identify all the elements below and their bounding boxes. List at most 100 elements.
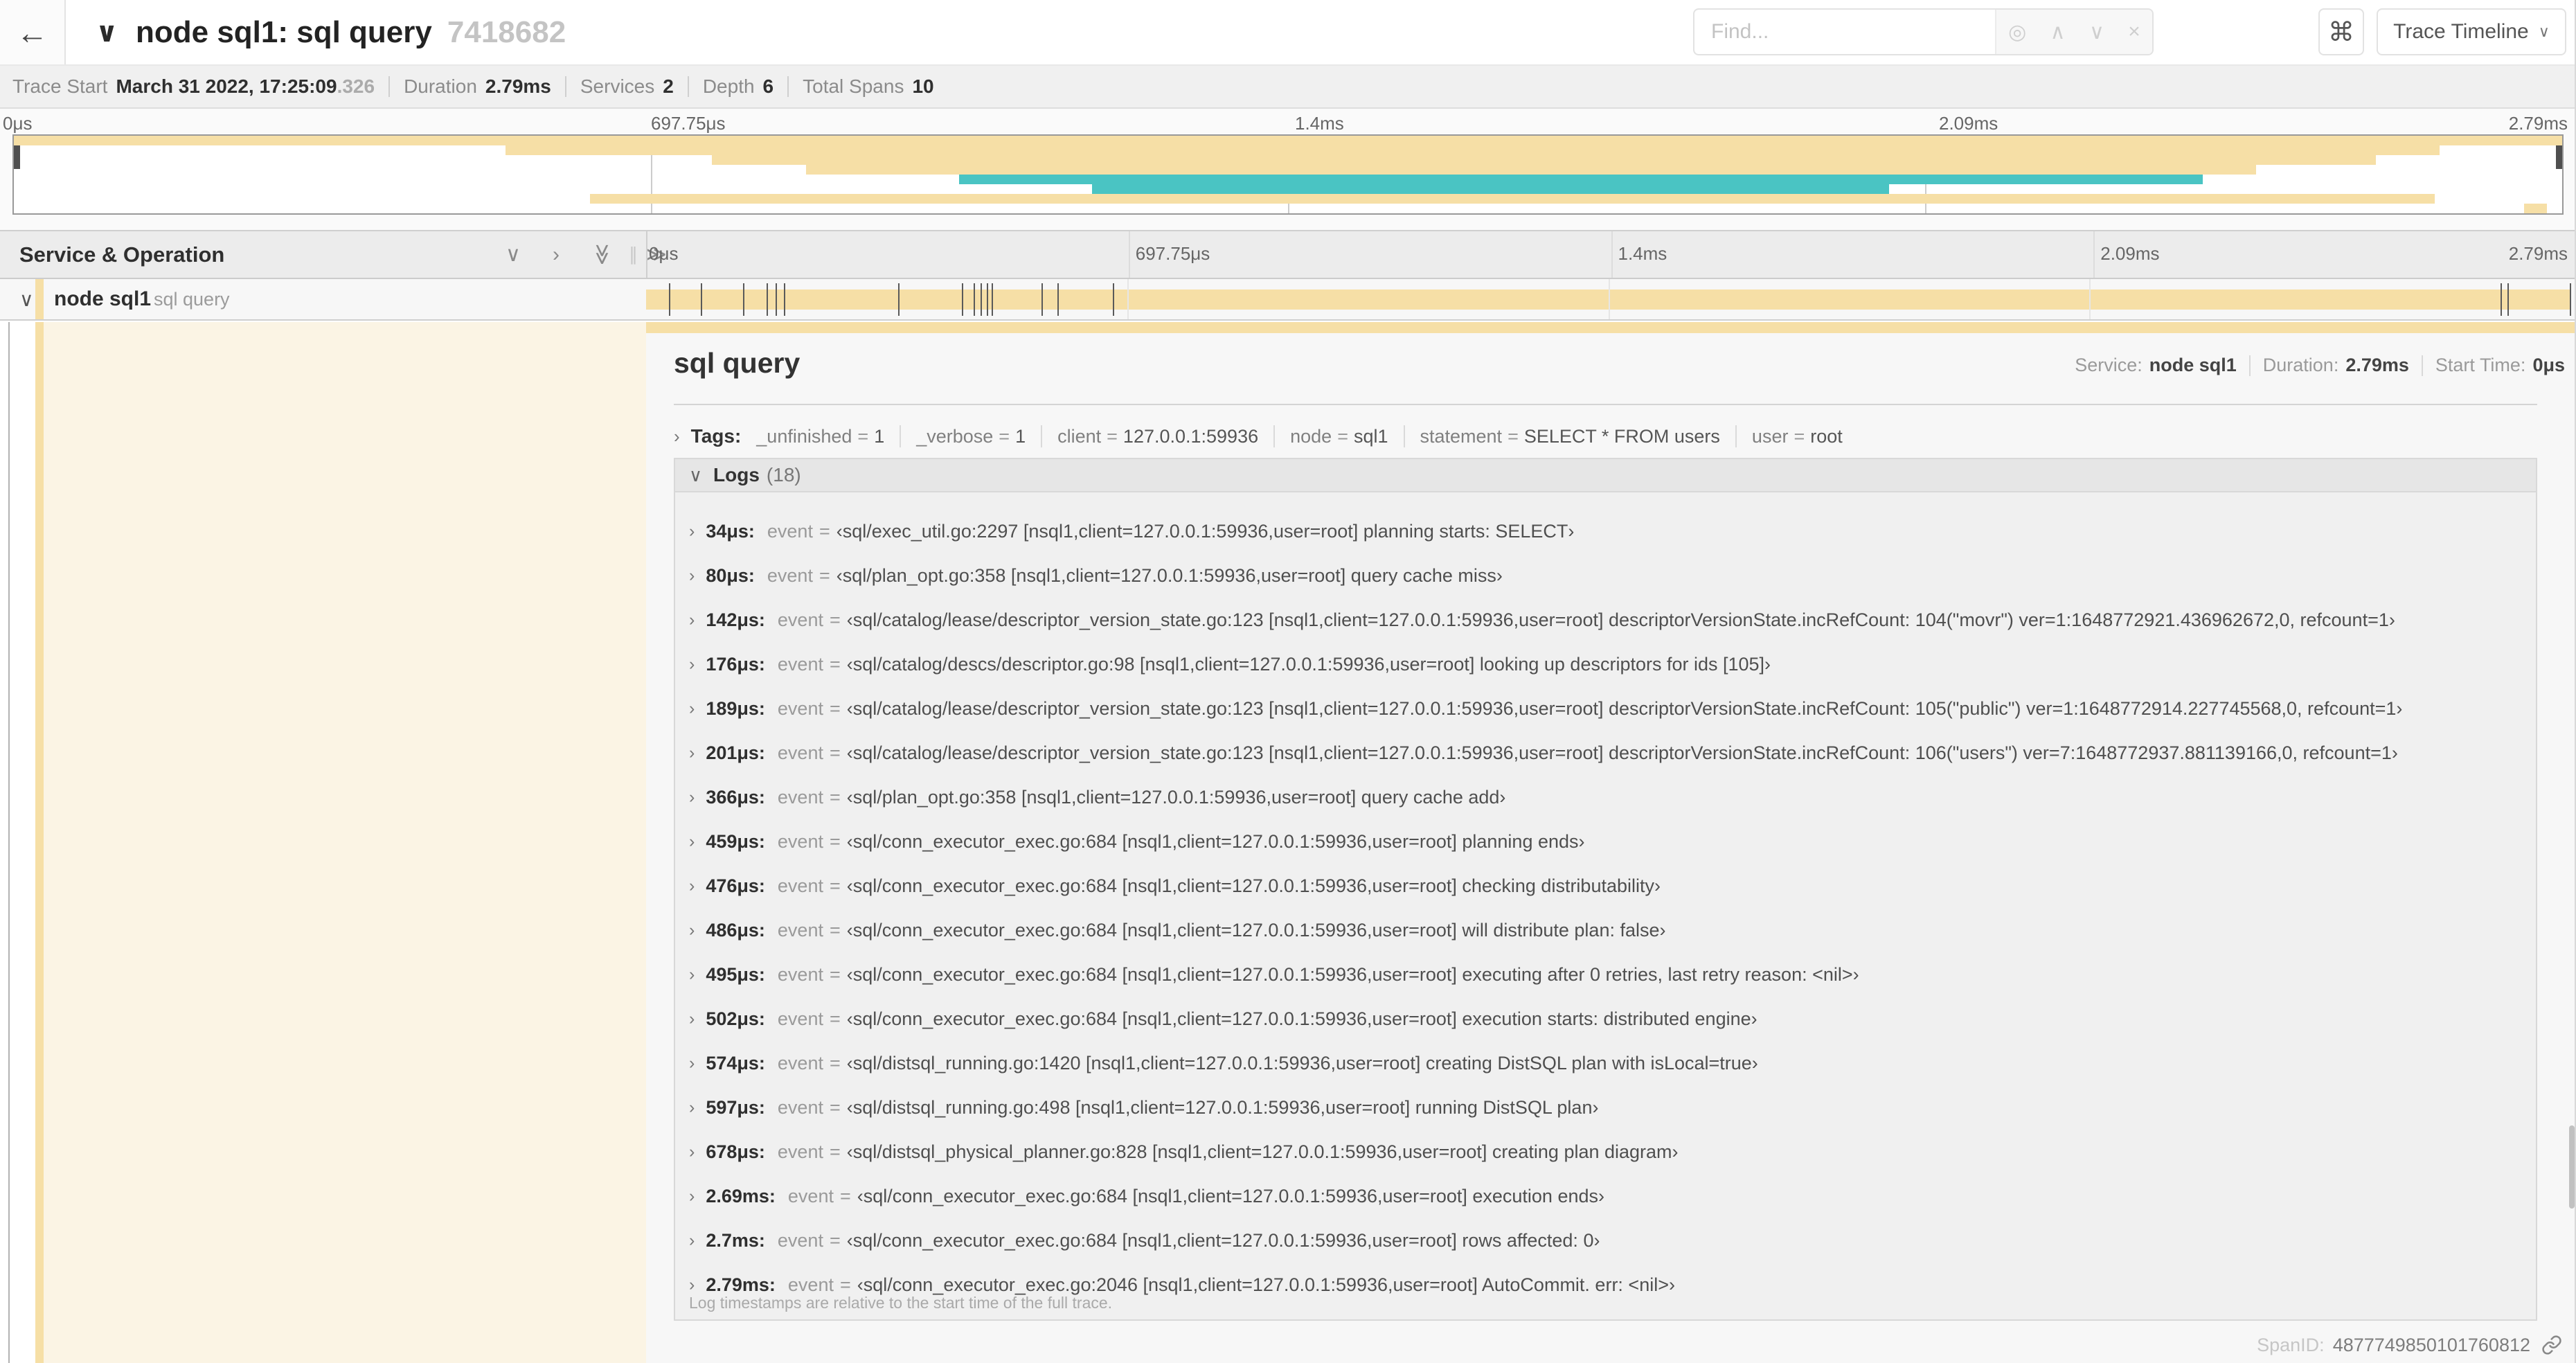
- trace-view-label: Trace Timeline: [2393, 20, 2529, 43]
- logs-count: (18): [766, 464, 801, 485]
- log-expand-icon[interactable]: ›: [689, 1053, 695, 1074]
- tag-equals: =: [1107, 425, 1118, 447]
- log-expand-icon[interactable]: ›: [689, 1231, 695, 1251]
- log-row[interactable]: › 574μs: event = ‹sql/distsql_running.go:142…: [675, 1041, 2536, 1085]
- trace-stats: Trace Start March 31 2022, 17:25:09.326 Du…: [0, 66, 2576, 109]
- span-collapse-chevron-icon[interactable]: ∨: [19, 279, 34, 319]
- log-field-name: event: [767, 564, 813, 586]
- stat-label: Depth: [702, 75, 755, 97]
- minimap-canvas[interactable]: [12, 134, 2564, 215]
- tag-value: root: [1810, 425, 1843, 447]
- log-row[interactable]: › 80μs: event = ‹sql/plan_opt.go:358 [nsql1,…: [675, 553, 2536, 598]
- column-resizer-grip[interactable]: ∥: [629, 231, 638, 278]
- log-marker-tick: [2570, 283, 2571, 316]
- span-row[interactable]: ∨ node sql1 sql query: [0, 279, 2576, 321]
- log-expand-icon[interactable]: ›: [689, 1098, 695, 1118]
- log-expand-icon[interactable]: ›: [689, 1186, 695, 1206]
- stat-value: 2: [663, 75, 674, 97]
- log-row[interactable]: › 597μs: event = ‹sql/distsql_running.go:498…: [675, 1085, 2536, 1130]
- logs-footnote: Log timestamps are relative to the start…: [689, 1294, 1113, 1312]
- log-expand-icon[interactable]: ›: [689, 566, 695, 586]
- log-expand-icon[interactable]: ›: [689, 965, 695, 985]
- log-marker-tick: [974, 283, 976, 316]
- tag-value: 1: [1015, 425, 1026, 447]
- log-expand-icon[interactable]: ›: [689, 1275, 695, 1295]
- tag-item: statement = SELECT * FROM users: [1420, 426, 1720, 447]
- log-timestamp: 495μs:: [706, 963, 765, 985]
- collapse-one-icon[interactable]: ∨: [506, 242, 521, 267]
- tags-row[interactable]: › Tags: _unfinished = 1 _verbose = 1 client = 12…: [674, 420, 1843, 452]
- log-marker-tick: [1113, 283, 1115, 316]
- log-expand-icon[interactable]: ›: [689, 876, 695, 896]
- log-value: ‹sql/catalog/lease/descriptor_version_st…: [846, 697, 2403, 719]
- tag-value: SELECT * FROM users: [1523, 425, 1720, 447]
- tag-equals: =: [999, 425, 1010, 447]
- log-row[interactable]: › 189μs: event = ‹sql/catalog/lease/descript…: [675, 686, 2536, 731]
- log-row[interactable]: › 34μs: event = ‹sql/exec_util.go:2297 [nsql…: [675, 509, 2536, 553]
- log-value: ‹sql/conn_executor_exec.go:684 [nsql1,cl…: [846, 1229, 1600, 1251]
- tick-label: 1.4ms: [1618, 243, 1667, 264]
- log-field-name: event: [777, 609, 823, 630]
- log-timestamp: 486μs:: [706, 919, 765, 941]
- log-expand-icon[interactable]: ›: [689, 787, 695, 808]
- find-box: ◎ ∧ ∨ ×: [1693, 8, 2154, 55]
- back-arrow-icon: ←: [16, 14, 48, 51]
- tick-label: 0μs: [649, 243, 679, 264]
- log-expand-icon[interactable]: ›: [689, 699, 695, 719]
- collapse-all-icon[interactable]: ≫: [590, 244, 614, 265]
- log-value: ‹sql/plan_opt.go:358 [nsql1,client=127.0…: [836, 564, 1503, 586]
- log-expand-icon[interactable]: ›: [689, 522, 695, 542]
- tick-label: 2.09ms: [2100, 243, 2160, 264]
- find-input[interactable]: [1694, 10, 1995, 54]
- log-row[interactable]: › 476μs: event = ‹sql/conn_executor_exec.go:…: [675, 864, 2536, 908]
- log-row[interactable]: › 366μs: event = ‹sql/plan_opt.go:358 [nsql1…: [675, 775, 2536, 819]
- log-row[interactable]: › 176μs: event = ‹sql/catalog/descs/descript…: [675, 642, 2536, 686]
- tag-item: client = 127.0.0.1:59936: [1057, 426, 1258, 447]
- locate-icon[interactable]: ◎: [2008, 20, 2026, 44]
- trace-view-select[interactable]: Trace Timeline ∨: [2377, 8, 2566, 55]
- back-button[interactable]: ←: [0, 0, 66, 64]
- vertical-scrollbar-thumb[interactable]: [2569, 1125, 2575, 1209]
- clear-search-icon[interactable]: ×: [2128, 20, 2140, 44]
- log-row[interactable]: › 502μs: event = ‹sql/conn_executor_exec.go:…: [675, 997, 2536, 1041]
- tag-key: user: [1751, 425, 1789, 447]
- log-row[interactable]: › 2.69ms: event = ‹sql/conn_executor_exec.go…: [675, 1174, 2536, 1218]
- log-row[interactable]: › 142μs: event = ‹sql/catalog/lease/descript…: [675, 598, 2536, 642]
- log-row[interactable]: › 486μs: event = ‹sql/conn_executor_exec.go:…: [675, 908, 2536, 952]
- logs-header[interactable]: ∨ Logs (18): [675, 459, 2536, 492]
- trace-collapse-chevron-icon[interactable]: ∨: [96, 0, 118, 64]
- log-row[interactable]: › 459μs: event = ‹sql/conn_executor_exec.go:…: [675, 819, 2536, 864]
- tick-label: 0μs: [3, 113, 33, 134]
- log-expand-icon[interactable]: ›: [689, 920, 695, 941]
- chevron-down-icon: ∨: [2538, 23, 2550, 40]
- tick-label: 2.79ms: [2508, 243, 2568, 264]
- tag-equals: =: [857, 425, 869, 447]
- log-row[interactable]: › 678μs: event = ‹sql/distsql_physical_plann…: [675, 1130, 2536, 1174]
- timeline-gridline: [2093, 231, 2095, 278]
- log-row[interactable]: › 495μs: event = ‹sql/conn_executor_exec.go:…: [675, 952, 2536, 997]
- prev-match-icon[interactable]: ∧: [2050, 20, 2066, 44]
- log-expand-icon[interactable]: ›: [689, 832, 695, 852]
- detail-meta-item: Start Time: 0μs: [2435, 355, 2565, 376]
- expand-one-icon[interactable]: ›: [553, 243, 560, 267]
- log-value: ‹sql/exec_util.go:2297 [nsql1,client=127…: [836, 520, 1575, 542]
- next-match-icon[interactable]: ∨: [2089, 20, 2104, 44]
- log-expand-icon[interactable]: ›: [689, 743, 695, 763]
- link-icon[interactable]: [2541, 1335, 2562, 1355]
- logs-collapse-icon[interactable]: ∨: [689, 465, 702, 486]
- timeline-minimap: 0μs 697.75μs 1.4ms 2.09ms 2.79ms: [0, 109, 2576, 230]
- log-row[interactable]: › 201μs: event = ‹sql/catalog/lease/descript…: [675, 731, 2536, 775]
- log-equals: =: [819, 564, 830, 586]
- stat-suffix: .326: [337, 75, 375, 97]
- log-equals: =: [829, 609, 841, 630]
- collapse-controls: ∨ › ≫ ≫: [506, 231, 667, 278]
- log-row[interactable]: › 2.7ms: event = ‹sql/conn_executor_exec.go:…: [675, 1218, 2536, 1263]
- keyboard-shortcuts-button[interactable]: ⌘: [2318, 8, 2364, 55]
- log-expand-icon[interactable]: ›: [689, 1009, 695, 1029]
- span-detail-panel: sql query Service: node sql1 Duration: 2.79…: [646, 322, 2576, 1363]
- log-expand-icon[interactable]: ›: [689, 1142, 695, 1162]
- tags-expand-icon[interactable]: ›: [674, 426, 680, 447]
- log-expand-icon[interactable]: ›: [689, 610, 695, 630]
- timeline-gridline: [1128, 231, 1130, 278]
- log-expand-icon[interactable]: ›: [689, 654, 695, 675]
